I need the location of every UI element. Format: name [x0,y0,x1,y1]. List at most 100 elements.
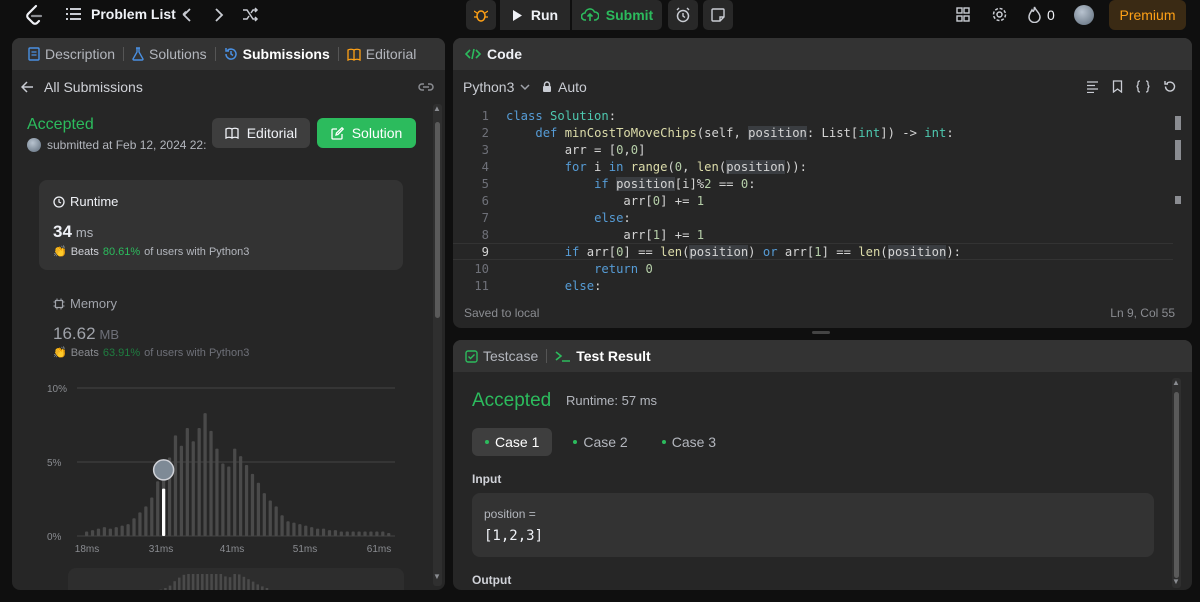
chart-bar[interactable] [274,506,278,536]
back-to-submissions[interactable]: All Submissions [21,79,143,95]
chart-bar[interactable] [304,525,308,536]
tab-testcase[interactable]: Testcase [457,348,546,364]
run-button[interactable]: Run [500,0,570,30]
chart-bar[interactable] [227,466,231,536]
chart-bar[interactable] [132,518,136,536]
chart-bar[interactable] [381,531,385,536]
chart-bar[interactable] [191,441,195,536]
chart-bar[interactable] [221,463,225,536]
chart-bar[interactable] [333,530,338,536]
input-box[interactable]: position = [1,2,3] [472,493,1154,557]
chart-bar[interactable] [90,530,95,536]
reset-icon[interactable] [1163,80,1176,93]
test-scrollbar-thumb[interactable] [1174,392,1179,578]
chart-bar[interactable] [215,448,219,536]
leetcode-logo-icon[interactable] [24,4,44,26]
post-solution-button[interactable]: Solution [317,118,416,148]
notes-button[interactable] [703,0,733,30]
chart-bar[interactable] [292,522,296,536]
chart-bar[interactable] [268,500,272,536]
language-selector[interactable]: Python3 [463,79,530,95]
tab-description[interactable]: Description [20,46,123,62]
chart-bar[interactable] [150,497,154,536]
next-problem-button[interactable] [214,8,224,25]
chart-bar[interactable] [156,481,160,536]
code-editor[interactable]: 1 2 3 4 5 6 7 8 9 10 11 class Solution: def minCos… [453,104,1173,290]
chart-bar[interactable] [351,531,355,536]
tab-editorial[interactable]: Editorial [339,46,425,62]
case-tab-2[interactable]: Case 2 [560,428,640,456]
chart-bar[interactable] [321,528,326,536]
chart-bar[interactable] [102,527,107,536]
chart-bar[interactable] [363,531,367,536]
chart-bar[interactable] [239,456,243,536]
chart-bar[interactable] [316,528,320,536]
chart-bar[interactable] [387,533,391,536]
chart-bar[interactable] [339,531,343,536]
chart-bar[interactable] [256,482,261,536]
chart-bar[interactable] [233,448,237,536]
runtime-distribution-chart[interactable]: 10% 5% 0% 18ms 31ms 41ms 51ms 61ms [37,378,407,558]
tab-submissions[interactable]: Submissions [216,46,338,62]
runtime-card[interactable]: Runtime 34 ms 👏 Beats 80.61% of users wi… [39,180,403,270]
problem-list-link[interactable]: Problem List [66,6,176,22]
tab-solutions[interactable]: Solutions [124,46,215,62]
format-icon[interactable] [1086,80,1099,93]
chart-bar[interactable] [203,413,207,536]
streak-counter[interactable]: 0 [1028,6,1055,23]
scroll-down-icon[interactable]: ▼ [1172,577,1180,586]
panel-resize-handle[interactable] [812,331,830,334]
chart-bar[interactable] [108,528,112,536]
case-tab-3[interactable]: Case 3 [649,428,729,456]
submit-button[interactable]: Submit [572,0,662,30]
chart-bar[interactable] [85,531,89,536]
chart-bar[interactable] [197,427,201,536]
tab-test-result[interactable]: Test Result [547,348,658,364]
braces-icon[interactable] [1136,80,1150,93]
left-scrollbar-thumb[interactable] [435,122,440,318]
chart-bar[interactable] [185,427,189,536]
my-submission-avatar[interactable] [152,459,175,481]
prev-problem-button[interactable] [182,8,192,25]
user-avatar[interactable] [1074,5,1094,25]
scroll-up-icon[interactable]: ▲ [433,104,441,113]
scroll-down-icon[interactable]: ▼ [433,572,441,581]
scroll-up-icon[interactable]: ▲ [1172,378,1180,387]
chart-bar[interactable] [144,506,148,536]
my-submission-bar[interactable] [162,488,166,536]
shuffle-button[interactable] [242,7,259,25]
chart-bar[interactable] [310,527,314,536]
chart-bar[interactable] [262,493,266,536]
chart-bar[interactable] [244,464,249,536]
chart-bar[interactable] [345,531,349,536]
chart-bar[interactable] [114,527,118,536]
chart-bar[interactable] [209,430,213,536]
debug-button[interactable] [466,0,496,30]
chart-bar[interactable] [286,521,290,536]
premium-button[interactable]: Premium [1109,0,1186,30]
layout-button[interactable] [956,7,970,25]
settings-button[interactable] [991,6,1008,26]
chart-bar[interactable] [126,524,130,536]
case-tab-1[interactable]: Case 1 [472,428,553,456]
share-link-button[interactable] [418,80,434,96]
code-scroll-thumb[interactable] [1175,116,1181,130]
chart-bar[interactable] [327,530,332,536]
chart-bar[interactable] [173,435,178,536]
timer-button[interactable] [668,0,698,30]
chart-bar[interactable] [298,524,302,536]
memory-card[interactable]: Memory 16.62 MB 👏 Beats 63.91% of users … [39,286,403,366]
chart-bar[interactable] [250,473,255,536]
chart-bar[interactable] [369,531,373,536]
chart-bar[interactable] [96,528,101,536]
chart-bar[interactable] [120,525,124,536]
chart-bar[interactable] [179,445,184,536]
autocomplete-toggle[interactable]: Auto [542,79,587,95]
editorial-button[interactable]: Editorial [212,118,310,148]
chart-bar[interactable] [138,512,142,536]
chart-bar[interactable] [357,531,361,536]
chart-bar[interactable] [280,515,284,536]
distribution-overview[interactable] [68,568,404,590]
chart-bar[interactable] [375,531,379,536]
bookmark-icon[interactable] [1112,80,1123,93]
